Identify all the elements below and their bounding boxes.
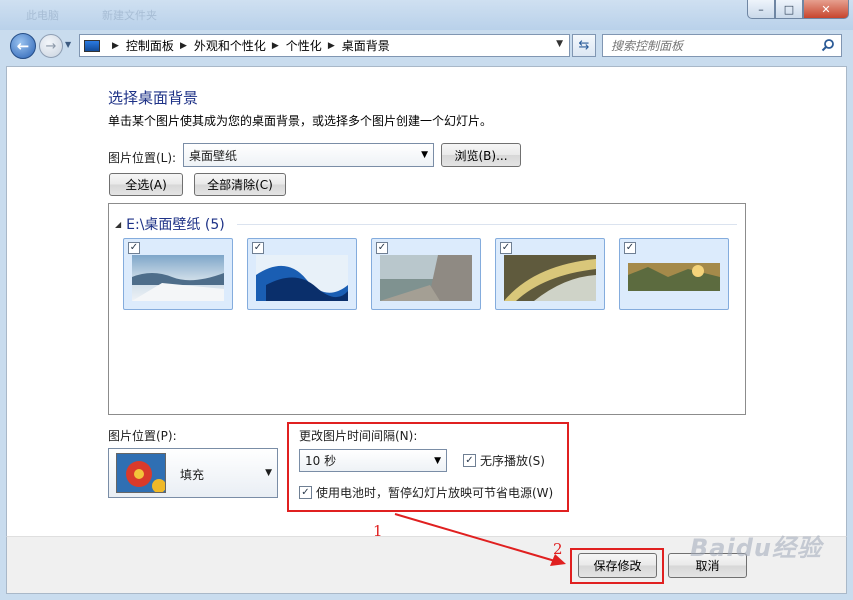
wallpaper-image	[628, 255, 720, 301]
picture-position-select[interactable]: 填充 ▼	[108, 448, 278, 498]
picture-position-label: 图片位置(P):	[108, 429, 177, 443]
ghost-tab: 新建文件夹	[102, 9, 157, 22]
group-divider	[237, 224, 737, 225]
maximize-button[interactable]: □	[775, 0, 803, 19]
chevron-right-icon[interactable]: ▶	[328, 41, 335, 51]
picture-position-value: 填充	[180, 468, 205, 482]
search-input[interactable]	[611, 38, 811, 53]
forward-arrow-icon: →	[45, 38, 57, 54]
picture-location-select[interactable]: 桌面壁纸 ▼	[183, 143, 434, 167]
position-preview-image	[116, 453, 166, 493]
breadcrumb-control-panel[interactable]: 控制面板	[126, 37, 174, 54]
chevron-right-icon[interactable]: ▶	[272, 41, 279, 51]
back-button[interactable]: ←	[10, 33, 36, 59]
back-arrow-icon: ←	[16, 37, 30, 55]
wallpaper-image	[256, 255, 348, 301]
clear-all-button[interactable]: 全部清除(C)	[194, 173, 286, 196]
breadcrumb-personalization[interactable]: 个性化	[286, 37, 322, 54]
thumbnail-checkbox[interactable]: ✓	[500, 242, 512, 254]
page-title: 选择桌面背景	[108, 89, 199, 107]
wallpaper-image	[380, 255, 472, 301]
chevron-right-icon[interactable]: ▶	[180, 41, 187, 51]
annotation-highlight-box	[287, 422, 569, 512]
thumbnail-snow-mountain[interactable]: ✓	[123, 238, 233, 310]
picture-gallery[interactable]: ◢ E:\桌面壁纸 (5) ✓ ✓ ✓ ✓ ✓	[108, 203, 746, 415]
thumbnail-blue-wave[interactable]: ✓	[247, 238, 357, 310]
thumbnail-checkbox[interactable]: ✓	[128, 242, 140, 254]
browse-button[interactable]: 浏览(B)...	[441, 143, 521, 167]
thumbnail-checkbox[interactable]: ✓	[624, 242, 636, 254]
select-all-button[interactable]: 全选(A)	[109, 173, 183, 196]
annotation-step-2: 2	[553, 540, 563, 558]
picture-location-value: 桌面壁纸	[189, 148, 238, 163]
thumbnail-checkbox[interactable]: ✓	[376, 242, 388, 254]
chevron-down-icon: ▼	[265, 468, 272, 478]
search-icon[interactable]	[821, 38, 835, 52]
chevron-down-icon: ▼	[421, 150, 428, 160]
wallpaper-image	[132, 255, 224, 301]
thumbnail-seawall[interactable]: ✓	[371, 238, 481, 310]
history-dropdown-icon[interactable]: ▼	[65, 40, 75, 50]
breadcrumb-appearance[interactable]: 外观和个性化	[194, 37, 266, 54]
chevron-down-icon[interactable]: ▼	[556, 39, 563, 49]
chevron-right-icon[interactable]: ▶	[112, 41, 119, 51]
group-title: E:\桌面壁纸 (5)	[126, 217, 225, 233]
search-box[interactable]	[602, 34, 842, 57]
thumbnail-mountain-sunrise[interactable]: ✓	[619, 238, 729, 310]
refresh-icon: ⇆	[578, 38, 590, 53]
window-controls: – □ ✕	[747, 0, 849, 19]
breadcrumb-desktop-background[interactable]: 桌面背景	[342, 37, 390, 54]
thumbnail-gold-curve[interactable]: ✓	[495, 238, 605, 310]
picture-location-label: 图片位置(L):	[108, 151, 177, 165]
navigation-bar: ← → ▼ ▶ 控制面板 ▶ 外观和个性化 ▶ 个性化 ▶ 桌面背景 ▼ ⇆	[0, 30, 853, 62]
collapse-icon[interactable]: ◢	[115, 220, 121, 229]
refresh-button[interactable]: ⇆	[572, 34, 596, 57]
watermark: Baidu经验	[690, 534, 822, 562]
ghost-tab: 此电脑	[26, 9, 59, 22]
thumbnail-checkbox[interactable]: ✓	[252, 242, 264, 254]
group-header[interactable]: ◢ E:\桌面壁纸 (5)	[115, 214, 225, 234]
title-bar: 此电脑 新建文件夹 – □ ✕	[0, 0, 853, 30]
address-bar[interactable]: ▶ 控制面板 ▶ 外观和个性化 ▶ 个性化 ▶ 桌面背景 ▼	[79, 34, 570, 57]
page-description: 单击某个图片使其成为您的桌面背景，或选择多个图片创建一个幻灯片。	[108, 114, 493, 128]
minimize-button[interactable]: –	[747, 0, 775, 19]
close-button[interactable]: ✕	[803, 0, 849, 19]
wallpaper-image	[504, 255, 596, 301]
annotation-step-1: 1	[373, 522, 383, 540]
forward-button[interactable]: →	[39, 34, 63, 58]
control-panel-icon	[84, 39, 100, 52]
annotation-highlight-box	[570, 548, 664, 584]
